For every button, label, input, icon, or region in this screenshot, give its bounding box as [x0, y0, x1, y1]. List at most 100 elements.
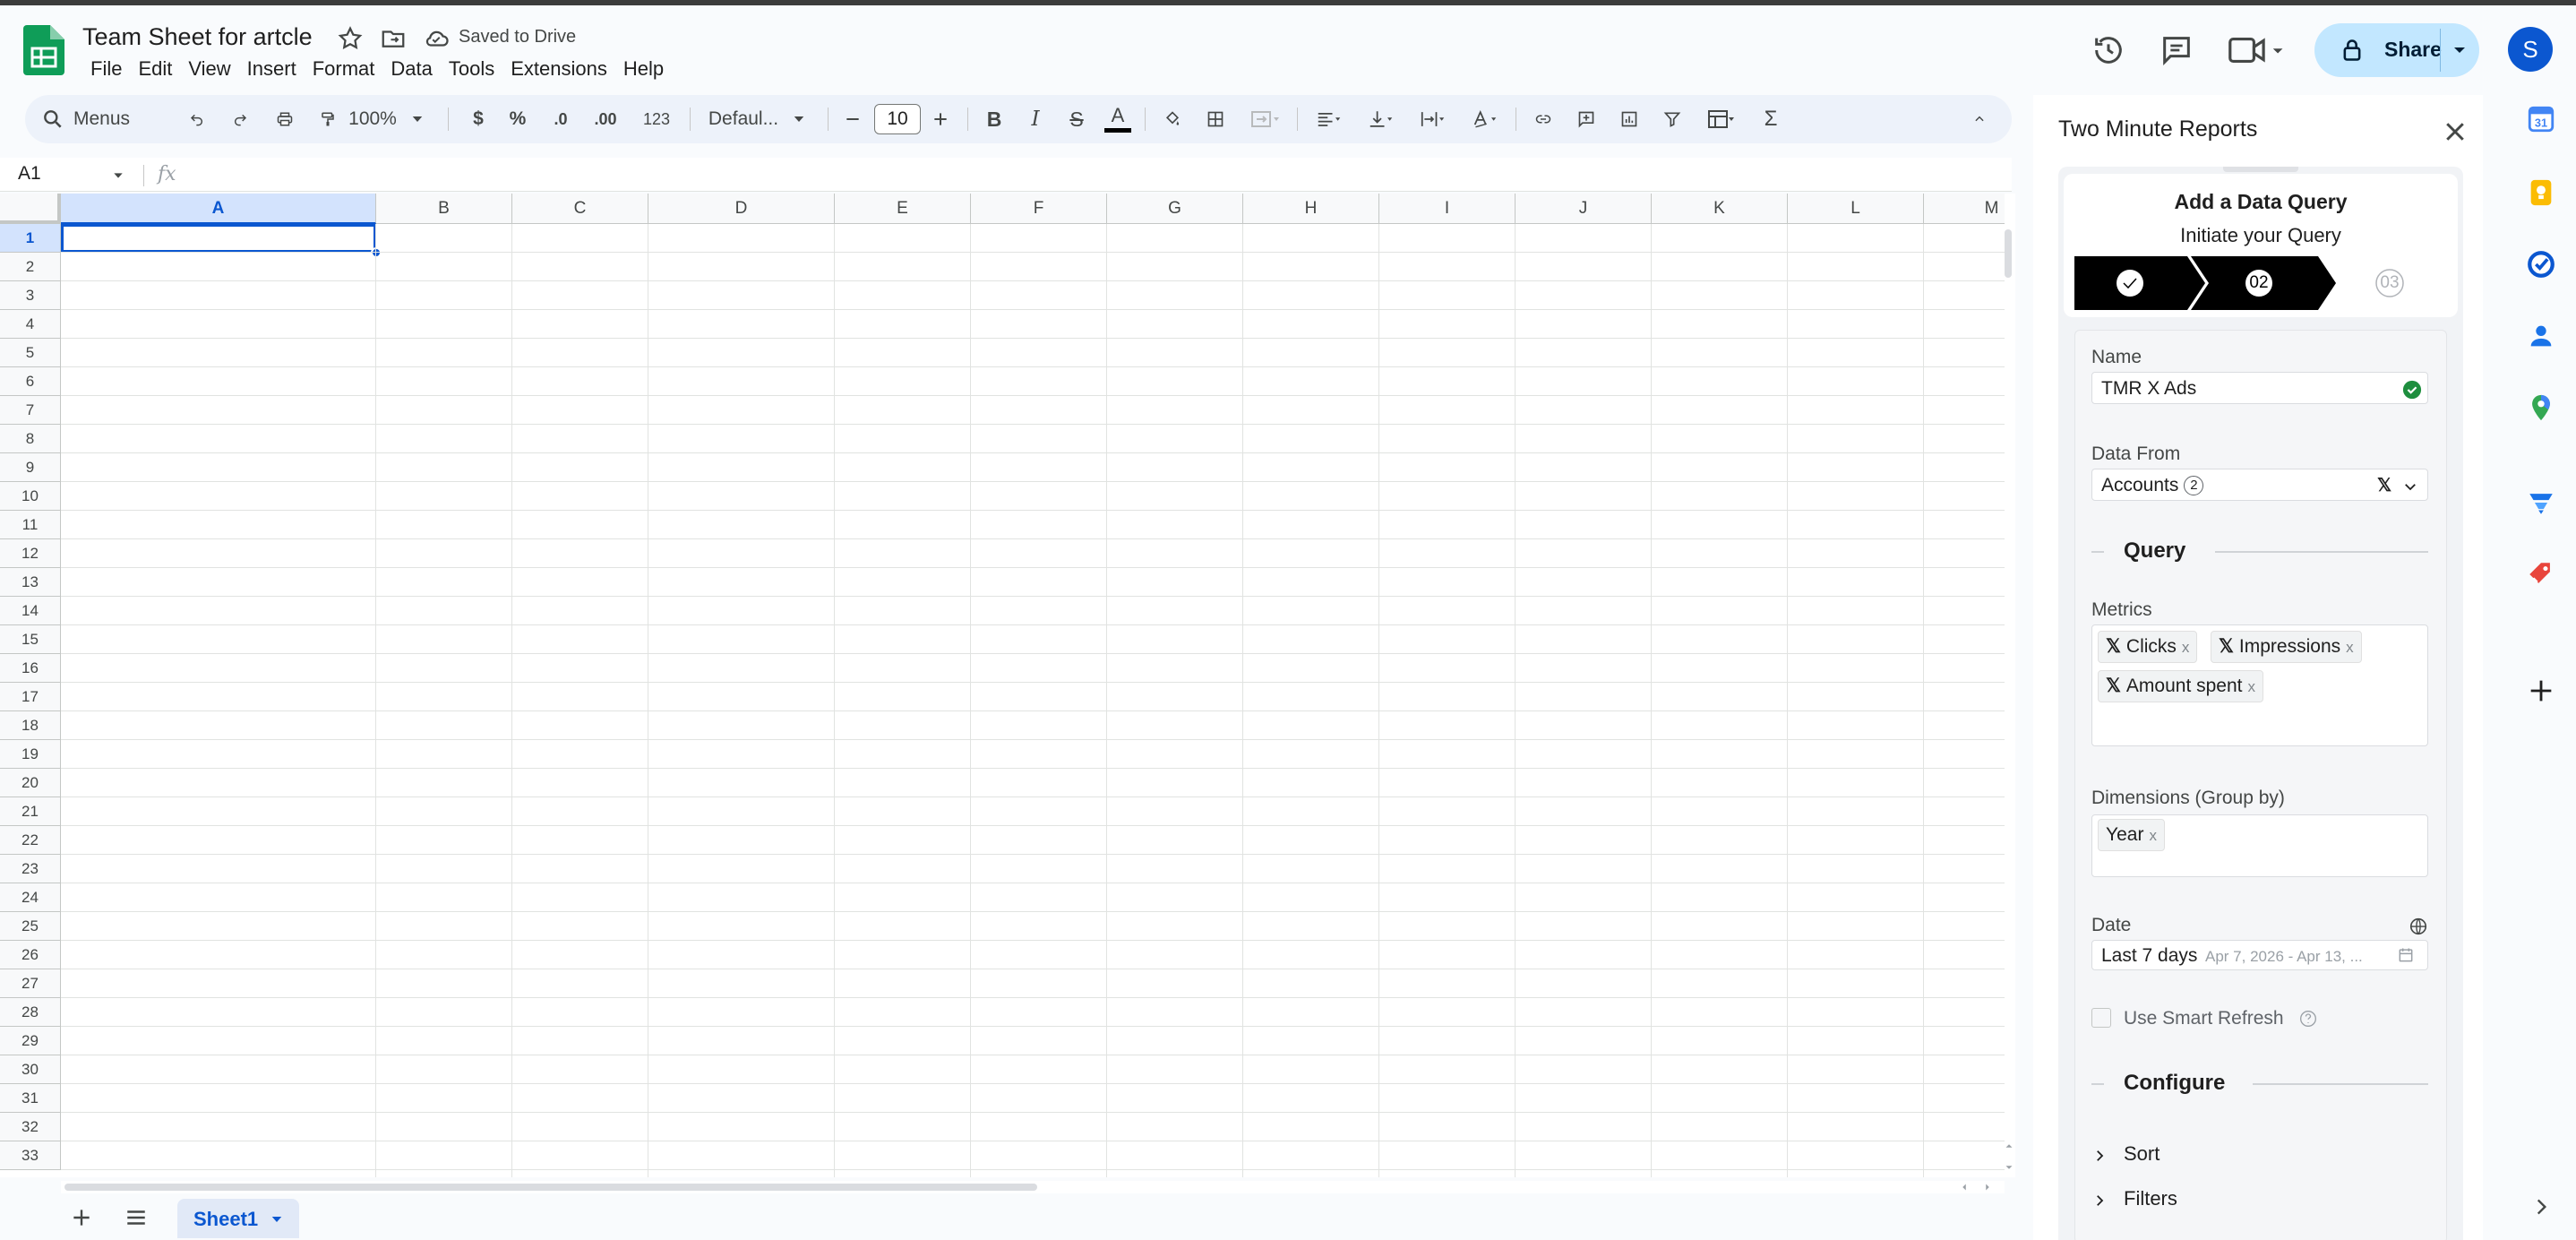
- horizontal-scrollbar[interactable]: [61, 1181, 2005, 1193]
- redo-icon[interactable]: [220, 95, 260, 143]
- calendar-app-icon[interactable]: 31: [2526, 104, 2556, 134]
- vertical-align-icon[interactable]: [1356, 95, 1406, 143]
- filter-views-icon[interactable]: [1695, 95, 1748, 143]
- remove-chip-icon[interactable]: x: [2346, 639, 2354, 656]
- sort-expander[interactable]: Sort: [2091, 1139, 2428, 1169]
- column-header-b[interactable]: B: [376, 194, 512, 224]
- calendar-icon[interactable]: [2397, 946, 2415, 964]
- document-title[interactable]: Team Sheet for artcle: [82, 23, 313, 51]
- scroll-up-icon[interactable]: [2003, 1140, 2015, 1152]
- column-header-c[interactable]: C: [512, 194, 648, 224]
- column-header-e[interactable]: E: [835, 194, 971, 224]
- add-app-icon[interactable]: [2526, 676, 2556, 706]
- globe-timezone-icon[interactable]: [2409, 917, 2428, 936]
- row-header-20[interactable]: 20: [0, 769, 61, 797]
- text-wrapping-icon[interactable]: [1408, 95, 1458, 143]
- row-header-8[interactable]: 8: [0, 425, 61, 453]
- column-header-h[interactable]: H: [1243, 194, 1379, 224]
- formula-input[interactable]: [197, 165, 1899, 186]
- row-header-15[interactable]: 15: [0, 625, 61, 654]
- row-header-1[interactable]: 1: [0, 224, 61, 253]
- remove-chip-icon[interactable]: x: [2248, 678, 2256, 695]
- menu-edit[interactable]: Edit: [130, 54, 180, 84]
- version-history-icon[interactable]: [2091, 32, 2126, 68]
- undo-icon[interactable]: [177, 95, 217, 143]
- menu-help[interactable]: Help: [615, 54, 672, 84]
- insert-chart-icon[interactable]: [1609, 95, 1650, 143]
- decrease-decimal-button[interactable]: .0: [541, 95, 580, 143]
- vertical-scroll-thumb[interactable]: [2005, 229, 2012, 278]
- row-header-2[interactable]: 2: [0, 253, 61, 281]
- metric-chip-amount-spent[interactable]: 𝕏 Amount spent x: [2098, 670, 2264, 702]
- tasks-app-icon[interactable]: [2526, 249, 2556, 280]
- date-range-field[interactable]: Last 7 days Apr 7, 2026 - Apr 13, ...: [2091, 940, 2428, 970]
- name-box[interactable]: A1: [18, 163, 41, 185]
- row-header-19[interactable]: 19: [0, 740, 61, 769]
- row-header-31[interactable]: 31: [0, 1084, 61, 1113]
- column-header-f[interactable]: F: [971, 194, 1107, 224]
- font-select[interactable]: Defaul...: [697, 95, 819, 143]
- horizontal-align-icon[interactable]: [1304, 95, 1354, 143]
- menu-format[interactable]: Format: [305, 54, 383, 84]
- scroll-down-icon[interactable]: [2003, 1161, 2015, 1174]
- menu-extensions[interactable]: Extensions: [502, 54, 615, 84]
- row-header-13[interactable]: 13: [0, 568, 61, 597]
- increase-decimal-button[interactable]: .00: [582, 95, 629, 143]
- row-header-14[interactable]: 14: [0, 597, 61, 625]
- percent-format-button[interactable]: %: [500, 95, 536, 143]
- selected-cell-a1[interactable]: [61, 224, 376, 253]
- italic-icon[interactable]: I: [1016, 95, 1055, 143]
- row-header-29[interactable]: 29: [0, 1027, 61, 1055]
- meet-video-icon[interactable]: [2228, 34, 2286, 66]
- help-icon[interactable]: [2299, 1010, 2317, 1028]
- text-color-icon[interactable]: A: [1098, 95, 1138, 143]
- functions-icon[interactable]: Σ: [1750, 95, 1791, 143]
- all-sheets-icon[interactable]: [124, 1206, 149, 1229]
- fill-handle[interactable]: [371, 247, 382, 258]
- step-3-label[interactable]: 03: [2376, 273, 2403, 293]
- borders-icon[interactable]: [1195, 95, 1236, 143]
- row-header-6[interactable]: 6: [0, 367, 61, 396]
- search-menus[interactable]: Menus: [41, 95, 193, 143]
- metric-chip-impressions[interactable]: 𝕏 Impressions x: [2211, 631, 2362, 663]
- row-header-4[interactable]: 4: [0, 310, 61, 339]
- contacts-app-icon[interactable]: [2526, 321, 2556, 351]
- horizontal-scroll-thumb[interactable]: [64, 1184, 1037, 1191]
- avatar[interactable]: S: [2508, 27, 2553, 72]
- insert-link-icon[interactable]: [1523, 95, 1564, 143]
- column-header-g[interactable]: G: [1107, 194, 1243, 224]
- select-all-corner[interactable]: [0, 194, 61, 224]
- row-header-21[interactable]: 21: [0, 797, 61, 826]
- dimension-chip-year[interactable]: Year x: [2098, 819, 2165, 851]
- scroll-left-icon[interactable]: [1958, 1181, 1971, 1193]
- row-header-24[interactable]: 24: [0, 883, 61, 912]
- row-header-22[interactable]: 22: [0, 826, 61, 855]
- zoom-select[interactable]: 100%: [342, 95, 432, 143]
- scroll-right-icon[interactable]: [1981, 1181, 1994, 1193]
- increase-font-size-icon[interactable]: [921, 95, 960, 143]
- metrics-field[interactable]: 𝕏 Clicks x 𝕏 Impressions x 𝕏 Amount spent x: [2091, 624, 2428, 746]
- row-header-16[interactable]: 16: [0, 654, 61, 683]
- number-format-button[interactable]: 123: [632, 95, 681, 143]
- row-header-26[interactable]: 26: [0, 941, 61, 969]
- row-header-27[interactable]: 27: [0, 969, 61, 998]
- row-header-7[interactable]: 7: [0, 396, 61, 425]
- step-2-label[interactable]: 02: [2245, 273, 2272, 293]
- maps-app-icon[interactable]: [2526, 392, 2556, 423]
- metric-chip-clicks[interactable]: 𝕏 Clicks x: [2098, 631, 2198, 663]
- move-folder-icon[interactable]: [380, 25, 407, 52]
- strikethrough-icon[interactable]: S: [1057, 95, 1096, 143]
- add-sheet-icon[interactable]: [70, 1206, 93, 1229]
- row-header-12[interactable]: 12: [0, 539, 61, 568]
- hide-side-panel-icon[interactable]: [2529, 1195, 2553, 1218]
- remove-chip-icon[interactable]: x: [2182, 639, 2190, 656]
- menu-insert[interactable]: Insert: [239, 54, 305, 84]
- row-header-23[interactable]: 23: [0, 855, 61, 883]
- name-box-dropdown-icon[interactable]: [111, 168, 125, 183]
- addon-tag-app-icon[interactable]: [2526, 559, 2556, 590]
- menu-file[interactable]: File: [82, 54, 130, 84]
- two-minute-reports-app-icon[interactable]: [2526, 487, 2556, 518]
- row-header-9[interactable]: 9: [0, 453, 61, 482]
- dimensions-field[interactable]: Year x: [2091, 814, 2428, 877]
- row-header-33[interactable]: 33: [0, 1141, 61, 1170]
